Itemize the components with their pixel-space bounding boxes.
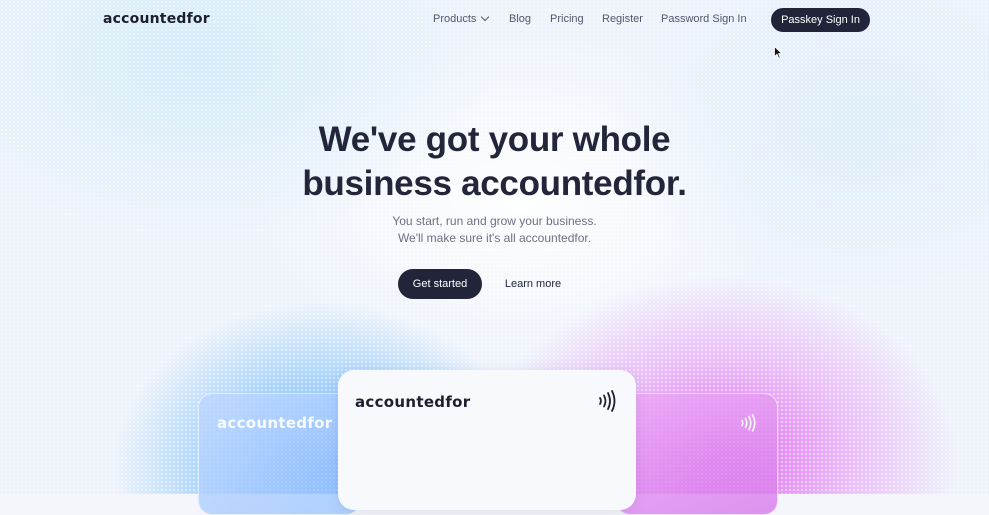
- contactless-icon: [741, 414, 756, 432]
- nav-blog[interactable]: Blog: [509, 13, 531, 25]
- hero-title-line-1: We've got your whole: [318, 120, 671, 159]
- get-started-button[interactable]: Get started: [398, 269, 482, 299]
- mouse-cursor-icon: [774, 46, 783, 59]
- hero-subtitle-line-2: We'll make sure it's all accountedfor.: [397, 231, 592, 245]
- nav-products[interactable]: Products: [433, 12, 490, 25]
- hero-title: We've got your whole business accountedf…: [0, 118, 989, 206]
- card-center: accountedfor: [338, 370, 636, 510]
- card-right: [616, 393, 778, 515]
- passkey-sign-in-button[interactable]: Passkey Sign In: [771, 8, 870, 32]
- hero-title-line-2: business accountedfor.: [302, 164, 687, 203]
- hero-subtitle: You start, run and grow your business. W…: [0, 213, 989, 247]
- top-nav: accountedfor Products Blog Pricing Regis…: [0, 0, 989, 40]
- learn-more-link[interactable]: Learn more: [497, 269, 569, 299]
- contactless-icon: [599, 390, 616, 412]
- nav-password-sign-in[interactable]: Password Sign In: [661, 13, 747, 25]
- card-center-logo: accountedfor: [355, 393, 471, 411]
- nav-register[interactable]: Register: [602, 13, 643, 25]
- card-left: accountedfor: [198, 393, 360, 515]
- nav-pricing[interactable]: Pricing: [550, 13, 584, 25]
- nav-products-label: Products: [433, 13, 477, 25]
- hero-subtitle-line-1: You start, run and grow your business.: [392, 214, 597, 228]
- card-left-logo: accountedfor: [217, 414, 333, 432]
- brand-logo[interactable]: accountedfor: [103, 11, 210, 27]
- chevron-down-icon: [481, 12, 490, 22]
